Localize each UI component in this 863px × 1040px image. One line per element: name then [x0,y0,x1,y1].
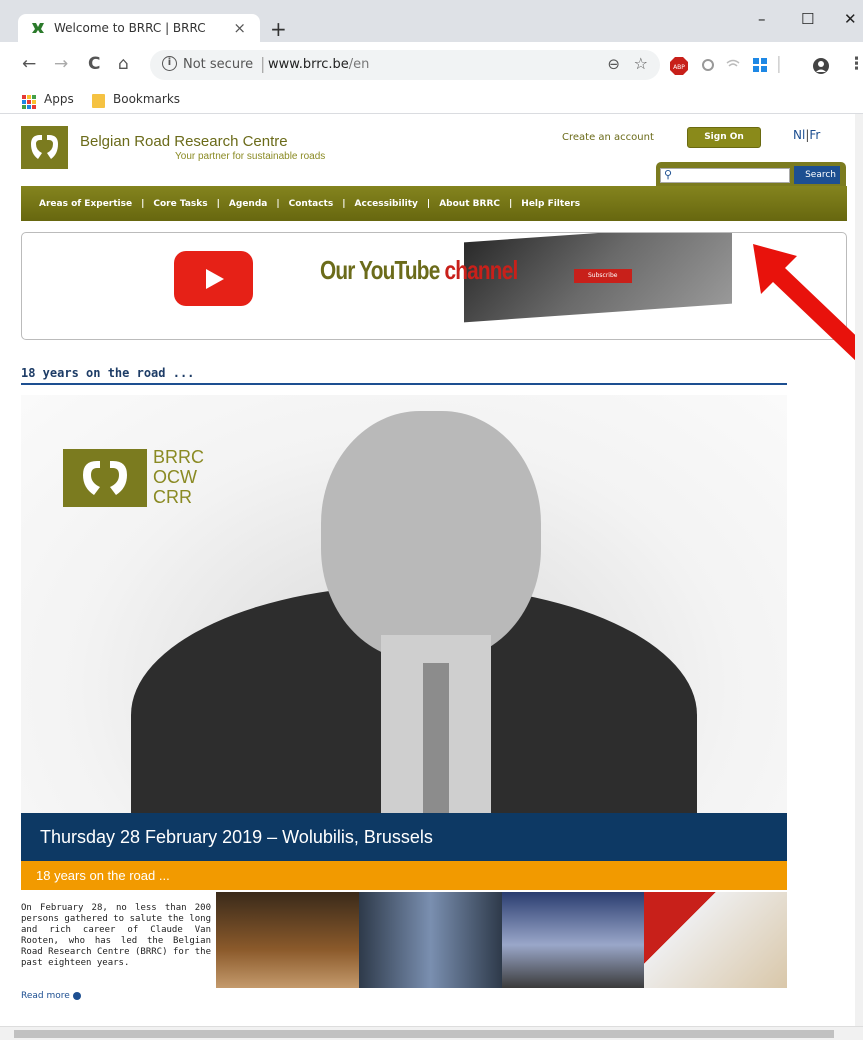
nav-separator: | [426,198,431,209]
site-header: Belgian Road Research Centre Your partne… [8,114,855,224]
event-photo-stage[interactable] [501,892,645,988]
new-tab-button[interactable]: + [270,19,287,39]
language-switch: Nl|Fr [793,128,820,142]
bookmarks-bar: Apps Bookmarks [0,88,863,114]
site-name[interactable]: Belgian Road Research Centre [80,133,288,150]
tab-close-icon[interactable]: × [233,19,246,37]
create-account-link[interactable]: Create an account [562,132,654,143]
event-subtitle-bar: 18 years on the road ... [21,861,787,890]
search-icon: ⚲ [664,168,673,181]
windows-icon[interactable] [752,57,768,73]
youtube-text-right: channel [444,255,518,285]
nav-contacts[interactable]: Contacts [289,199,334,209]
lang-fr-link[interactable]: Fr [809,128,820,142]
page-viewport: Belgian Road Research Centre Your partne… [8,114,855,1026]
hero-person-head [321,411,541,661]
article-blurb: On February 28, no less than 200 persons… [21,903,211,968]
address-separator: | [260,54,266,73]
url-path: /en [348,57,370,72]
nav-separator: | [216,198,220,209]
browser-tab-strip: Welcome to BRRC | BRRC × + – ☐ ✕ [0,0,863,42]
hero-logo-line: CRR [153,487,192,507]
nav-core-tasks[interactable]: Core Tasks [153,199,207,209]
site-tagline: Your partner for sustainable roads [175,151,326,162]
brrc-favicon-icon [32,23,44,33]
abp-icon[interactable]: ABP [670,57,688,75]
close-window-button[interactable]: ✕ [844,10,857,28]
youtube-banner-text: Our YouTube channel [320,255,518,286]
nav-separator: | [342,198,346,209]
hero-logo-text: BRRC OCW CRR [153,447,204,507]
horizontal-scrollbar[interactable] [0,1026,863,1040]
info-icon[interactable]: i [162,56,177,71]
photo-strip[interactable] [216,892,787,988]
site-search: ⚲ Search [656,162,846,188]
nav-areas-of-expertise[interactable]: Areas of Expertise [39,199,132,209]
nav-separator: | [141,198,145,209]
lang-nl-link[interactable]: Nl [793,128,805,142]
nav-agenda[interactable]: Agenda [229,199,267,209]
browser-toolbar: ← → C ⌂ i Not secure | www.brrc.be/en ⊖ … [0,42,863,88]
main-nav: Areas of Expertise | Core Tasks | Agenda… [21,186,847,221]
toolbar-divider: | [776,54,782,74]
vertical-scrollbar[interactable] [855,114,863,1026]
home-icon[interactable]: ⌂ [118,54,129,74]
youtube-play-icon [174,251,253,306]
maximize-button[interactable]: ☐ [801,10,814,28]
tab-title: Welcome to BRRC | BRRC [54,21,206,35]
nav-separator: | [276,198,280,209]
apps-icon[interactable] [22,95,36,109]
address-bar[interactable]: i Not secure | www.brrc.be/en ⊖ ☆ [150,50,660,80]
reload-icon[interactable]: C [88,54,100,74]
bookmark-bookmarks[interactable]: Bookmarks [113,92,180,106]
security-status: Not secure [183,57,254,72]
subscribe-badge: Subscribe [574,269,632,283]
hero-person-tie [423,663,449,813]
url-domain: www.brrc.be [268,57,349,72]
event-photo-building[interactable] [358,892,502,988]
hero-logo-line: BRRC [153,447,205,467]
menu-icon[interactable]: ⋮ [848,54,863,74]
brrc-hero-logo-icon [63,449,147,507]
zoom-icon[interactable]: ⊖ [607,55,620,73]
youtube-text-left: Our YouTube [320,255,440,285]
bookmark-star-icon[interactable]: ☆ [634,54,648,73]
back-icon[interactable]: ← [22,54,36,74]
extension-icon[interactable] [700,57,716,73]
sign-on-button[interactable]: Sign On [687,127,761,148]
url-text: www.brrc.be/en [268,57,369,72]
annotation-arrow-icon [753,244,855,361]
hero-logo-line: OCW [153,467,197,487]
search-button[interactable]: Search [794,166,840,184]
brrc-logo-icon[interactable] [21,126,68,169]
nav-separator: | [508,198,513,209]
section-divider [21,383,787,385]
browser-tab[interactable]: Welcome to BRRC | BRRC × [18,14,260,42]
folder-icon [92,94,105,108]
read-more-arrow-icon [72,991,81,1000]
bookmark-apps[interactable]: Apps [44,92,74,106]
wifi-icon[interactable] [725,57,741,73]
event-photo-signing[interactable] [644,892,787,988]
event-date-bar: Thursday 28 February 2019 – Wolubilis, B… [21,813,787,861]
svg-text:ABP: ABP [673,64,685,71]
nav-help-filters[interactable]: Help Filters [521,199,580,209]
nav-about-brrc[interactable]: About BRRC [439,199,500,209]
youtube-banner[interactable]: Our YouTube channel Subscribe [21,232,847,340]
minimize-button[interactable]: – [758,10,766,28]
search-input[interactable] [660,168,790,183]
profile-icon[interactable] [812,57,830,75]
event-photo-crowd[interactable] [216,892,359,988]
read-more-label: Read more [21,991,70,1001]
horizontal-scroll-thumb[interactable] [14,1030,834,1038]
forward-icon[interactable]: → [54,54,68,74]
section-title: 18 years on the road ... [21,366,195,380]
read-more-link[interactable]: Read more [21,991,81,1001]
nav-accessibility[interactable]: Accessibility [355,199,418,209]
hero-image[interactable]: BRRC OCW CRR [21,395,787,813]
